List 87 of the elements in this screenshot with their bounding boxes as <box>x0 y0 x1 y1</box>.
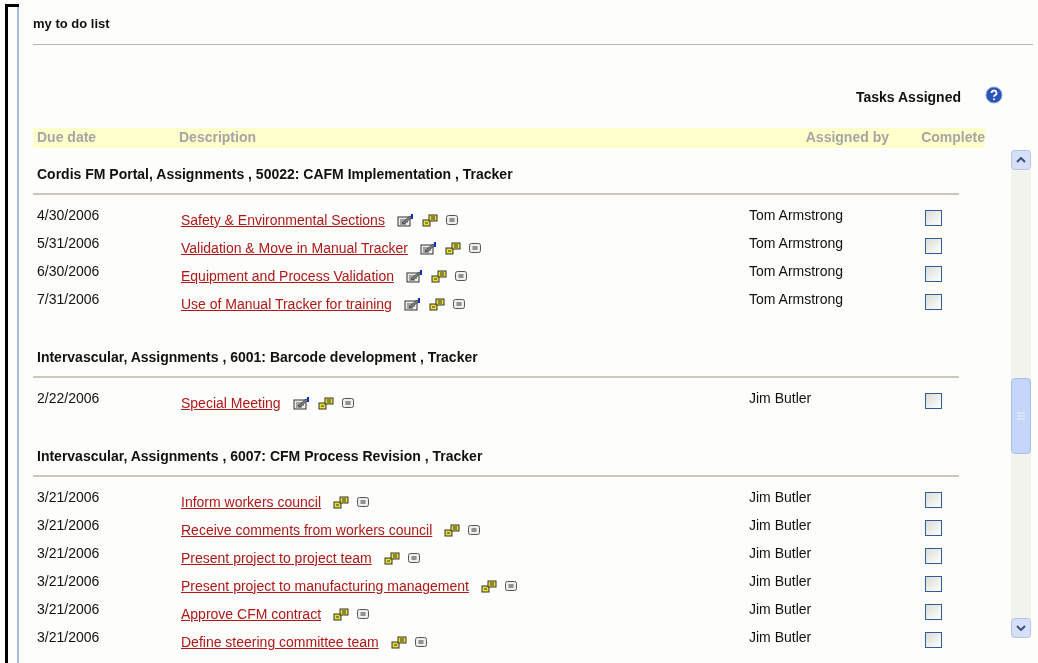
linked-boxes-icon[interactable] <box>444 241 461 255</box>
complete-checkbox[interactable] <box>925 631 942 648</box>
complete-checkbox[interactable] <box>925 265 942 282</box>
assigned-by: Tom Armstrong <box>749 261 845 281</box>
due-date: 2/22/2006 <box>36 388 101 408</box>
task-link[interactable]: Present project to manufacturing management <box>181 575 469 597</box>
complete-checkbox[interactable] <box>925 519 942 536</box>
note-icon[interactable] <box>455 271 467 281</box>
due-date: 3/21/2006 <box>36 599 101 619</box>
due-date: 6/30/2006 <box>36 261 101 281</box>
assigned-by: Tom Armstrong <box>749 205 845 225</box>
linked-boxes-icon[interactable] <box>421 213 438 227</box>
task-link[interactable]: Equipment and Process Validation <box>181 265 394 287</box>
due-date: 5/31/2006 <box>36 233 101 253</box>
linked-boxes-icon[interactable] <box>431 269 447 283</box>
linked-boxes-icon[interactable] <box>444 523 461 537</box>
scroll-up-button[interactable] <box>1011 149 1031 170</box>
linked-boxes-icon[interactable] <box>428 297 445 311</box>
complete-checkbox[interactable] <box>925 209 942 226</box>
linked-boxes-icon[interactable] <box>333 495 350 509</box>
due-date: 4/30/2006 <box>36 205 101 225</box>
note-icon[interactable] <box>357 609 370 619</box>
note-icon[interactable] <box>357 497 370 507</box>
due-date: 3/21/2006 <box>36 571 101 591</box>
task-link[interactable]: Safety & Environmental Sections <box>181 209 385 231</box>
assigned-by: Jim Butler <box>749 571 813 591</box>
note-icon[interactable] <box>407 553 420 563</box>
scrollbar[interactable] <box>1011 149 1031 638</box>
panel-title: my to do list <box>33 15 111 33</box>
column-header: Complete <box>920 128 985 147</box>
notepad-icon[interactable] <box>403 297 421 311</box>
group-heading: Intervascular, Assignments , 6001: Barcode development , Tracker <box>36 347 479 367</box>
task-link[interactable]: Define steering committee team <box>181 631 379 653</box>
linked-boxes-icon[interactable] <box>480 579 497 593</box>
due-date: 3/21/2006 <box>36 627 101 647</box>
linked-boxes-icon[interactable] <box>333 607 350 621</box>
scroll-thumb[interactable] <box>1011 377 1031 454</box>
complete-checkbox[interactable] <box>925 237 942 254</box>
task-link[interactable]: Special Meeting <box>181 392 281 414</box>
assigned-by: Tom Armstrong <box>749 233 845 253</box>
task-link[interactable]: Use of Manual Tracker for training <box>181 293 392 315</box>
complete-checkbox[interactable] <box>925 392 942 409</box>
column-header: Assigned by <box>804 128 890 147</box>
linked-boxes-icon[interactable] <box>383 551 400 565</box>
notepad-icon[interactable] <box>406 269 423 283</box>
note-icon[interactable] <box>341 398 354 408</box>
assigned-by: Jim Butler <box>749 388 813 408</box>
column-header: Due date <box>36 128 98 147</box>
linked-boxes-icon[interactable] <box>317 396 334 410</box>
assigned-by: Jim Butler <box>749 599 813 619</box>
notepad-icon[interactable] <box>419 241 437 255</box>
due-date: 7/31/2006 <box>36 289 101 309</box>
complete-checkbox[interactable] <box>925 293 942 310</box>
task-link[interactable]: Inform workers council <box>181 491 322 513</box>
assigned-by: Jim Butler <box>749 487 813 507</box>
note-icon[interactable] <box>445 215 458 225</box>
note-icon[interactable] <box>504 581 517 591</box>
complete-checkbox[interactable] <box>925 575 942 592</box>
task-link[interactable]: Receive comments from workers council <box>181 519 433 541</box>
notepad-icon[interactable] <box>292 396 310 410</box>
note-icon[interactable] <box>468 525 481 535</box>
due-date: 3/21/2006 <box>36 515 101 535</box>
help-icon[interactable] <box>985 86 1003 104</box>
assigned-by: Jim Butler <box>749 627 813 647</box>
note-icon[interactable] <box>468 243 481 253</box>
group-heading: Intervascular, Assignments , 6007: CFM Process Revision , Tracker <box>36 446 484 466</box>
complete-checkbox[interactable] <box>925 491 942 508</box>
task-link[interactable]: Approve CFM contract <box>181 603 322 625</box>
complete-checkbox[interactable] <box>925 547 942 564</box>
column-header: Description <box>179 128 257 147</box>
task-link[interactable]: Present project to project team <box>181 547 372 569</box>
due-date: 3/21/2006 <box>36 487 101 507</box>
note-icon[interactable] <box>452 299 465 309</box>
group-heading: Cordis FM Portal, Assignments , 50022: CAFM Implementation , Tracker <box>36 164 514 184</box>
assigned-by: Jim Butler <box>749 543 813 563</box>
scroll-down-button[interactable] <box>1011 617 1031 638</box>
caret-down-icon <box>1016 624 1026 631</box>
assigned-by: Tom Armstrong <box>749 289 845 309</box>
notepad-icon[interactable] <box>396 213 414 227</box>
caret-up-icon <box>1016 156 1026 163</box>
complete-checkbox[interactable] <box>925 603 942 620</box>
due-date: 3/21/2006 <box>36 543 101 563</box>
note-icon[interactable] <box>414 637 427 647</box>
section-heading: Tasks Assigned <box>855 87 961 107</box>
assigned-by: Jim Butler <box>749 515 813 535</box>
task-link[interactable]: Validation & Move in Manual Tracker <box>181 237 408 259</box>
linked-boxes-icon[interactable] <box>390 635 407 649</box>
